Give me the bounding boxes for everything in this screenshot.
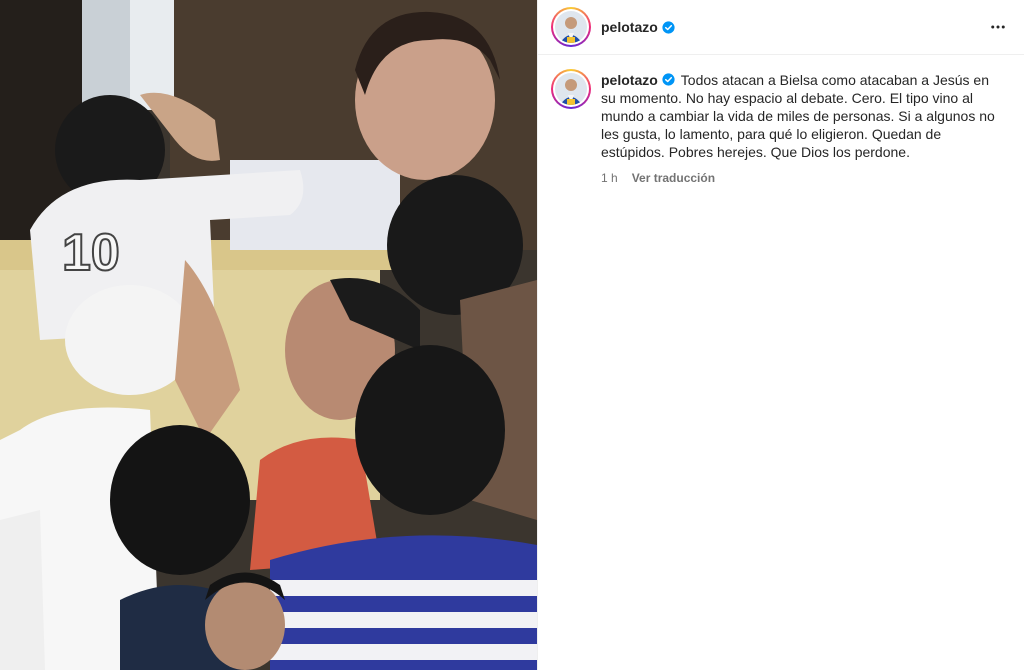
more-options-icon xyxy=(991,25,1005,29)
avatar-ring-gap xyxy=(553,9,589,45)
post-image[interactable]: 10 xyxy=(0,0,537,670)
caption-text: Todos atacan a Bielsa como atacaban a Je… xyxy=(601,72,995,160)
post-header: pelotazo xyxy=(538,0,1024,55)
caption-username[interactable]: pelotazo xyxy=(601,72,658,88)
profile-avatar[interactable] xyxy=(551,7,591,47)
caption-avatar[interactable] xyxy=(551,69,591,109)
svg-text:10: 10 xyxy=(62,224,120,282)
crowd-photo: 10 xyxy=(0,0,537,670)
comment-body: pelotazo Todos atacan a Bielsa como ataca… xyxy=(601,71,1001,185)
verified-badge-icon xyxy=(662,20,675,34)
avatar-image xyxy=(555,73,587,105)
verified-badge-icon xyxy=(662,73,675,86)
caption-text-block: pelotazo Todos atacan a Bielsa como ataca… xyxy=(601,71,1001,161)
comment-meta: 1 h Ver traducción xyxy=(601,171,1001,185)
post-time[interactable]: 1 h xyxy=(601,171,618,185)
more-options-button[interactable] xyxy=(986,15,1010,39)
post-side-panel: pelotazo pelotazo Todos atacan a Bielsa c… xyxy=(537,0,1024,670)
see-translation-button[interactable]: Ver traducción xyxy=(632,171,715,185)
header-username[interactable]: pelotazo xyxy=(601,19,658,35)
avatar-image xyxy=(555,11,587,43)
avatar-ring-gap xyxy=(553,71,589,107)
caption-comment: pelotazo Todos atacan a Bielsa como ataca… xyxy=(538,55,1024,185)
